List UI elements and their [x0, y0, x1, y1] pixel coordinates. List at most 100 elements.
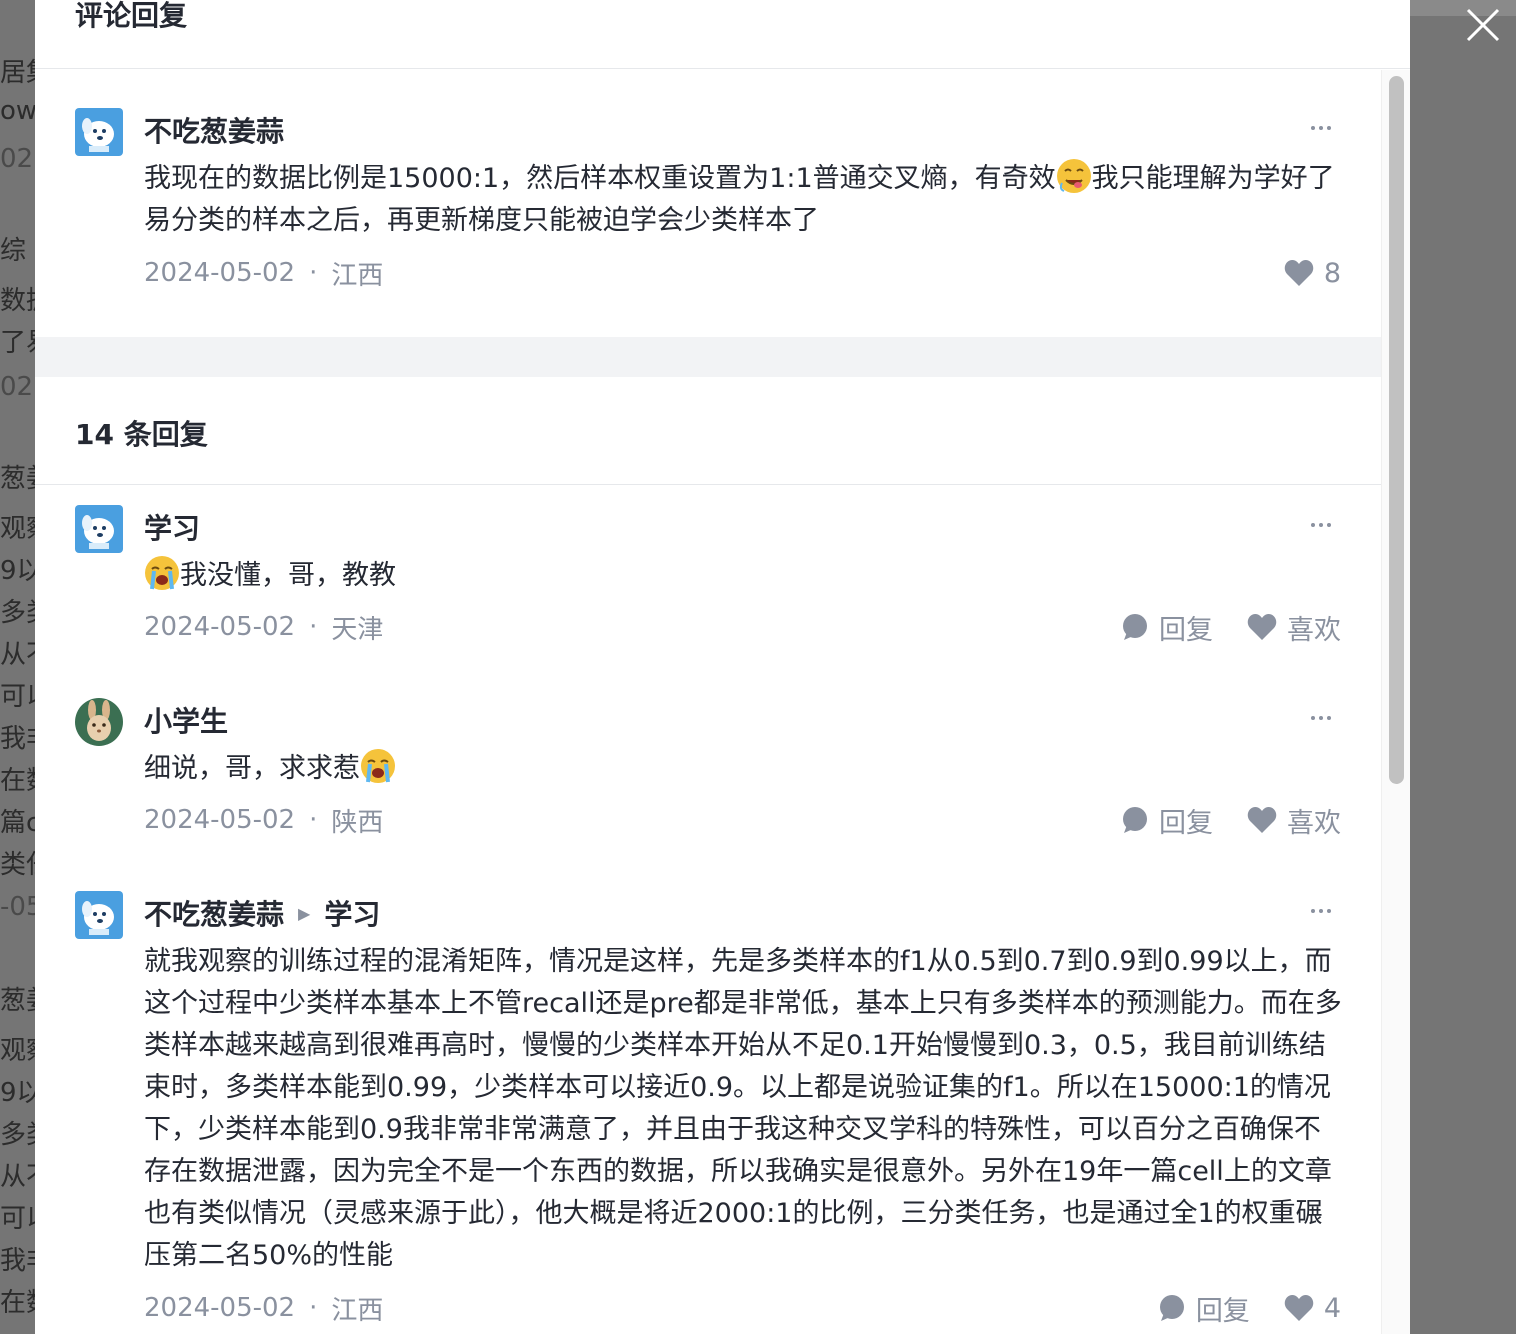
- background-text: 02: [0, 144, 34, 174]
- reply-date: 2024-05-02: [144, 612, 296, 642]
- more-dot-icon: [1327, 909, 1331, 913]
- comment-location: 江西: [331, 260, 384, 291]
- loudly-crying-face-emoji-icon: [360, 748, 396, 784]
- reply-text: 细说，哥，求求惹: [144, 748, 1344, 790]
- bunny-avatar-icon: [75, 698, 123, 746]
- comment-bubble-icon: [1159, 1295, 1184, 1321]
- reply-date: 2024-05-02: [144, 805, 296, 835]
- section-divider: [35, 337, 1381, 377]
- comment-actions: 8: [1284, 255, 1341, 291]
- more-options-button[interactable]: [1301, 116, 1341, 140]
- heart-icon: [1284, 260, 1314, 286]
- reply-button[interactable]: 回复: [1121, 801, 1213, 840]
- background-text: 综: [0, 236, 27, 266]
- more-dot-icon: [1327, 126, 1331, 130]
- background-text: 02: [0, 372, 34, 402]
- like-button-label: 喜欢: [1287, 614, 1341, 646]
- more-dot-icon: [1311, 523, 1315, 527]
- main-comment: 不吃葱姜蒜 我现在的数据比例是15000:1，然后样本权重设置为1:1普通交叉熵…: [75, 108, 1341, 308]
- more-dot-icon: [1319, 909, 1323, 913]
- scrollbar-thumb[interactable]: [1389, 76, 1404, 784]
- reply-to-username[interactable]: 学习: [324, 893, 380, 933]
- reply-text: 就我观察的训练过程的混淆矩阵，情况是这样，先是多类样本的f1从0.5到0.7到0…: [144, 946, 1342, 1271]
- like-button[interactable]: 喜欢: [1247, 801, 1341, 840]
- reply-header: 小学生: [144, 698, 228, 742]
- like-button[interactable]: 喜欢: [1247, 608, 1341, 647]
- reply-actions: 回复 喜欢: [1121, 608, 1341, 647]
- comment-bubble-icon: [1123, 807, 1147, 833]
- more-dot-icon: [1311, 909, 1315, 913]
- reply-username[interactable]: 小学生: [144, 700, 228, 740]
- more-dot-icon: [1311, 126, 1315, 130]
- reply-meta: 2024-05-02 · 天津: [144, 609, 383, 645]
- like-button[interactable]: 8: [1284, 258, 1341, 289]
- reply-button-label: 回复: [1159, 614, 1213, 646]
- reply-text-part: 我没懂，哥，教教: [180, 560, 396, 591]
- meta-separator: ·: [309, 612, 318, 642]
- comment-date: 2024-05-02: [144, 258, 296, 288]
- more-options-button[interactable]: [1301, 706, 1341, 730]
- reply-header: 学习: [144, 505, 200, 549]
- comment-header: 不吃葱姜蒜: [144, 108, 284, 152]
- comment-bubble-icon: [1123, 614, 1147, 640]
- like-button-label: 喜欢: [1287, 807, 1341, 839]
- cartoon-dog-avatar-icon: [75, 108, 123, 156]
- reply-to-arrow-icon: ▶: [298, 903, 311, 923]
- reply-meta: 2024-05-02 · 江西: [144, 1290, 383, 1326]
- like-count: 8: [1323, 257, 1341, 289]
- loudly-crying-face-emoji-icon: [144, 555, 180, 591]
- reply-header: 不吃葱姜蒜 ▶ 学习: [144, 891, 380, 935]
- reply-location: 天津: [331, 614, 384, 645]
- more-dot-icon: [1319, 716, 1323, 720]
- reply-username[interactable]: 不吃葱姜蒜: [144, 893, 284, 933]
- heart-icon: [1284, 1295, 1314, 1321]
- comment-text: 我现在的数据比例是15000:1，然后样本权重设置为1:1普通交叉熵，有奇效 我只…: [144, 158, 1344, 242]
- comment-meta: 2024-05-02 · 江西: [144, 255, 383, 291]
- meta-separator: ·: [309, 1293, 318, 1323]
- meta-separator: ·: [309, 805, 318, 835]
- heart-icon: [1247, 614, 1277, 640]
- more-dot-icon: [1319, 523, 1323, 527]
- more-dot-icon: [1311, 716, 1315, 720]
- reply-button[interactable]: 回复: [1158, 1289, 1250, 1328]
- more-options-button[interactable]: [1301, 899, 1341, 923]
- like-count: 4: [1323, 1292, 1341, 1324]
- drooling-face-emoji-icon: [1056, 158, 1092, 194]
- close-icon: [1466, 8, 1500, 42]
- background-text: ow: [0, 96, 38, 126]
- reply-button-label: 回复: [1159, 807, 1213, 839]
- more-dot-icon: [1319, 126, 1323, 130]
- like-button[interactable]: 4: [1284, 1293, 1341, 1324]
- reply-text: 我没懂，哥，教教: [144, 555, 1344, 597]
- reply-button[interactable]: 回复: [1121, 608, 1213, 647]
- more-options-button[interactable]: [1301, 513, 1341, 537]
- more-dot-icon: [1327, 716, 1331, 720]
- more-dot-icon: [1327, 523, 1331, 527]
- heart-icon: [1247, 807, 1277, 833]
- reply-text-part: 细说，哥，求求惹: [144, 753, 360, 784]
- reply-actions: 回复 喜欢: [1121, 801, 1341, 840]
- avatar[interactable]: [75, 698, 123, 746]
- divider-line: [35, 484, 1381, 485]
- reply-actions: 回复 4: [1158, 1289, 1341, 1328]
- reply-location: 江西: [331, 1295, 384, 1326]
- cartoon-dog-avatar-icon: [75, 891, 123, 939]
- avatar[interactable]: [75, 891, 123, 939]
- reply-item: 小学生 细说，哥，求求惹 2024-05-02 · 陕西 回复 喜欢: [75, 698, 1341, 858]
- modal-title: 评论回复: [75, 0, 188, 32]
- cartoon-dog-avatar-icon: [75, 505, 123, 553]
- reply-button-label: 回复: [1195, 1295, 1250, 1327]
- close-button[interactable]: [1462, 4, 1504, 46]
- reply-item: 不吃葱姜蒜 ▶ 学习 就我观察的训练过程的混淆矩阵，情况是这样，先是多类样本的f…: [75, 891, 1342, 1334]
- modal-header: 评论回复: [35, 0, 1410, 69]
- reply-meta: 2024-05-02 · 陕西: [144, 802, 383, 838]
- avatar[interactable]: [75, 505, 123, 553]
- reply-location: 陕西: [331, 807, 384, 838]
- replies-count: 14 条回复: [75, 418, 208, 451]
- reply-item: 学习 我没懂，哥，教教 2024-05-02 · 天津 回复 喜欢: [75, 505, 1341, 665]
- comment-text-part: 我现在的数据比例是15000:1，然后样本权重设置为1:1普通交叉熵，有奇效: [144, 163, 1056, 194]
- avatar[interactable]: [75, 108, 123, 156]
- comment-replies-modal: 评论回复 不吃葱姜蒜 我现在的数据比例是15000:1，然后样本权重设置为1:1…: [35, 0, 1410, 1334]
- reply-username[interactable]: 学习: [144, 507, 200, 547]
- comment-username[interactable]: 不吃葱姜蒜: [144, 110, 284, 150]
